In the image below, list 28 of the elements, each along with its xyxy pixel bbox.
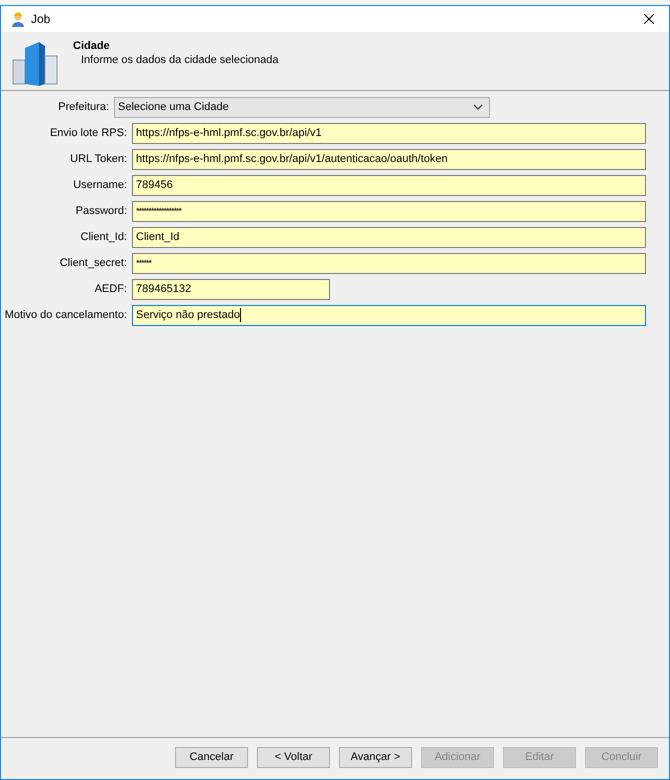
dialog-button[interactable]: Avançar > (339, 746, 412, 768)
input-field[interactable]: 789456 (132, 174, 646, 196)
field-label: Envio lote RPS: (48, 127, 128, 139)
field-label: Client_secret: (58, 257, 128, 269)
input-field[interactable]: ****************** (132, 200, 646, 222)
input-field[interactable]: Serviço não prestado (132, 304, 646, 326)
window-title: Job (31, 12, 52, 26)
field-label: Client_Id: (80, 231, 128, 243)
dialog-button[interactable]: Cancelar (175, 746, 248, 768)
field-label: Prefeitura: (57, 101, 110, 113)
input-field[interactable]: https://nfps-e-hml.pmf.sc.gov.br/api/v1 (132, 122, 646, 144)
close-icon[interactable] (644, 14, 654, 24)
city-dropdown[interactable]: Selecione uma Cidade (114, 96, 490, 118)
field-label: URL Token: (69, 153, 128, 165)
field-label: Motivo do cancelamento: (4, 309, 128, 321)
input-field[interactable]: 789465132 (132, 278, 330, 300)
field-label: Username: (72, 179, 128, 191)
field-label: AEDF: (94, 283, 128, 295)
user-icon (11, 12, 25, 26)
section-subtitle: Informe os dados da cidade selecionada (80, 54, 279, 66)
dialog-button[interactable]: < Voltar (257, 746, 330, 768)
input-field[interactable]: ****** (132, 252, 646, 274)
input-field[interactable]: https://nfps-e-hml.pmf.sc.gov.br/api/v1/autenticacao/oauth/token (132, 148, 646, 170)
section-title: Cidade (73, 40, 111, 52)
field-label: Password: (74, 205, 128, 217)
buildings-icon (11, 40, 59, 88)
chevron-icon (473, 104, 483, 110)
input-field[interactable]: Client_Id (132, 226, 646, 248)
